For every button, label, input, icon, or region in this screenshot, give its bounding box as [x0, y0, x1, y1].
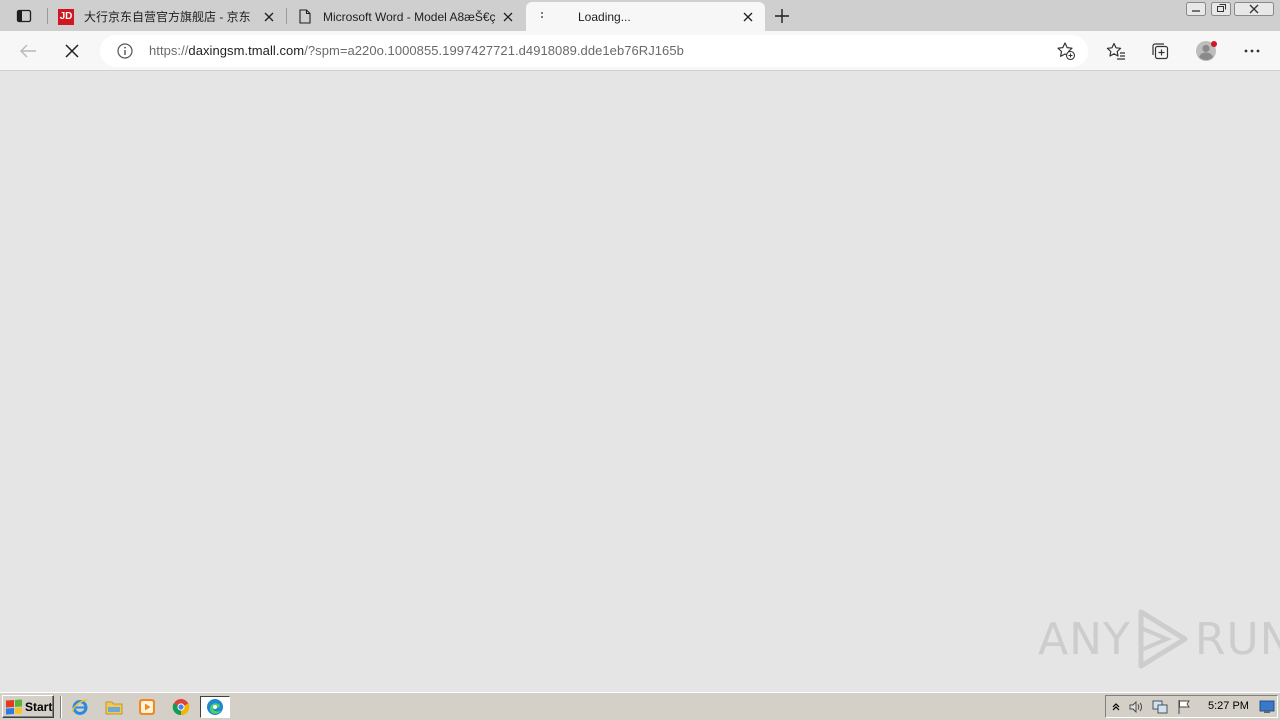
taskbar-separator: [60, 696, 62, 718]
jd-logo: JD: [58, 8, 74, 25]
url-scheme: https://: [149, 43, 189, 58]
media-player-icon: [139, 699, 155, 715]
start-button[interactable]: Start: [2, 695, 54, 718]
close-window-icon: [1234, 2, 1274, 16]
tab-close-button[interactable]: [499, 8, 517, 26]
tab-title: Loading...: [578, 9, 631, 24]
ie-icon: [72, 699, 88, 715]
flag-icon: [1178, 700, 1190, 714]
tab-actions-icon: [16, 9, 32, 23]
url-text[interactable]: https://daxingsm.tmall.com/?spm=a220o.10…: [149, 43, 684, 58]
clock[interactable]: 5:27 PM: [1208, 700, 1249, 712]
network-button[interactable]: [1152, 699, 1168, 715]
show-hidden-icons-button[interactable]: [1108, 699, 1124, 715]
edge-taskbar-button[interactable]: [200, 696, 230, 718]
settings-more-button[interactable]: [1238, 37, 1266, 65]
show-desktop-button[interactable]: [1259, 699, 1275, 715]
tab-loading[interactable]: Loading...: [526, 2, 765, 31]
profile-button[interactable]: [1192, 37, 1220, 65]
address-toolbar: https://daxingsm.tmall.com/?spm=a220o.10…: [0, 31, 1280, 71]
new-tab-button[interactable]: [771, 5, 793, 27]
stop-loading-button[interactable]: [58, 37, 86, 65]
tab-actions-button[interactable]: [10, 5, 38, 27]
document-icon: [297, 9, 313, 25]
favorites-icon: [1106, 42, 1125, 60]
close-icon: [743, 12, 753, 21]
windows-flag-icon: [6, 698, 22, 715]
tab-jd-store[interactable]: JD 大行京东自营官方旗舰店 - 京东: [48, 2, 286, 31]
site-info-icon[interactable]: [116, 43, 134, 59]
collections-icon: [1152, 43, 1169, 60]
avatar: [1196, 41, 1217, 61]
chevron-up-icon: [1112, 703, 1120, 711]
system-tray: 5:27 PM: [1105, 695, 1278, 718]
restore-button[interactable]: [1209, 0, 1233, 18]
desktop-icon: [1259, 700, 1275, 713]
restore-icon: [1211, 2, 1231, 16]
ie-taskbar-button[interactable]: [68, 696, 92, 718]
add-favorite-button[interactable]: [1056, 41, 1076, 61]
back-arrow-icon: [20, 44, 36, 58]
volume-button[interactable]: [1128, 699, 1144, 715]
tab-title: 大行京东自营官方旗舰店 - 京东: [84, 10, 251, 24]
page-content: [0, 71, 1280, 692]
address-bar[interactable]: https://daxingsm.tmall.com/?spm=a220o.10…: [100, 35, 1088, 67]
speaker-icon: [1129, 700, 1142, 714]
tab-word-document[interactable]: Microsoft Word - Model A8æŠ€ç: [287, 2, 525, 31]
url-path: /?spm=a220o.1000855.1997427721.d4918089.…: [304, 43, 684, 58]
network-icon: [1152, 700, 1168, 714]
anyrun-watermark: ANY RUN: [1038, 607, 1280, 671]
play-logo-icon: [1138, 609, 1188, 669]
close-window-button[interactable]: [1234, 0, 1274, 18]
collections-button[interactable]: [1146, 37, 1174, 65]
action-center-button[interactable]: [1176, 699, 1192, 715]
more-dots-icon: [1244, 49, 1260, 53]
jd-favicon: JD: [58, 8, 74, 25]
loading-icon: [536, 9, 552, 25]
close-icon: [264, 12, 274, 21]
tab-close-button[interactable]: [260, 8, 278, 26]
minimize-icon: [1186, 2, 1206, 16]
star-add-icon: [1057, 42, 1076, 61]
back-button[interactable]: [14, 37, 42, 65]
stop-icon: [65, 44, 79, 58]
explorer-icon: [105, 701, 123, 715]
watermark-left-text: ANY: [1038, 613, 1131, 665]
explorer-taskbar-button[interactable]: [102, 696, 126, 718]
tab-title: Microsoft Word - Model A8æŠ€ç: [323, 9, 496, 24]
edge-icon: [207, 699, 223, 715]
taskbar: Start 5:27 PM: [0, 692, 1280, 720]
close-icon: [503, 12, 513, 21]
watermark-right-text: RUN: [1194, 613, 1280, 665]
tab-close-button[interactable]: [739, 8, 757, 26]
start-label: Start: [25, 699, 53, 714]
url-host: daxingsm.tmall.com: [188, 43, 305, 58]
chrome-icon: [172, 699, 190, 716]
media-player-taskbar-button[interactable]: [135, 696, 159, 718]
chrome-taskbar-button[interactable]: [169, 696, 193, 718]
minimize-button[interactable]: [1184, 0, 1208, 18]
plus-icon: [775, 9, 789, 23]
favorites-button[interactable]: [1102, 37, 1130, 65]
tab-strip: JD 大行京东自营官方旗舰店 - 京东 Microsoft Word - Mod…: [0, 0, 1280, 31]
